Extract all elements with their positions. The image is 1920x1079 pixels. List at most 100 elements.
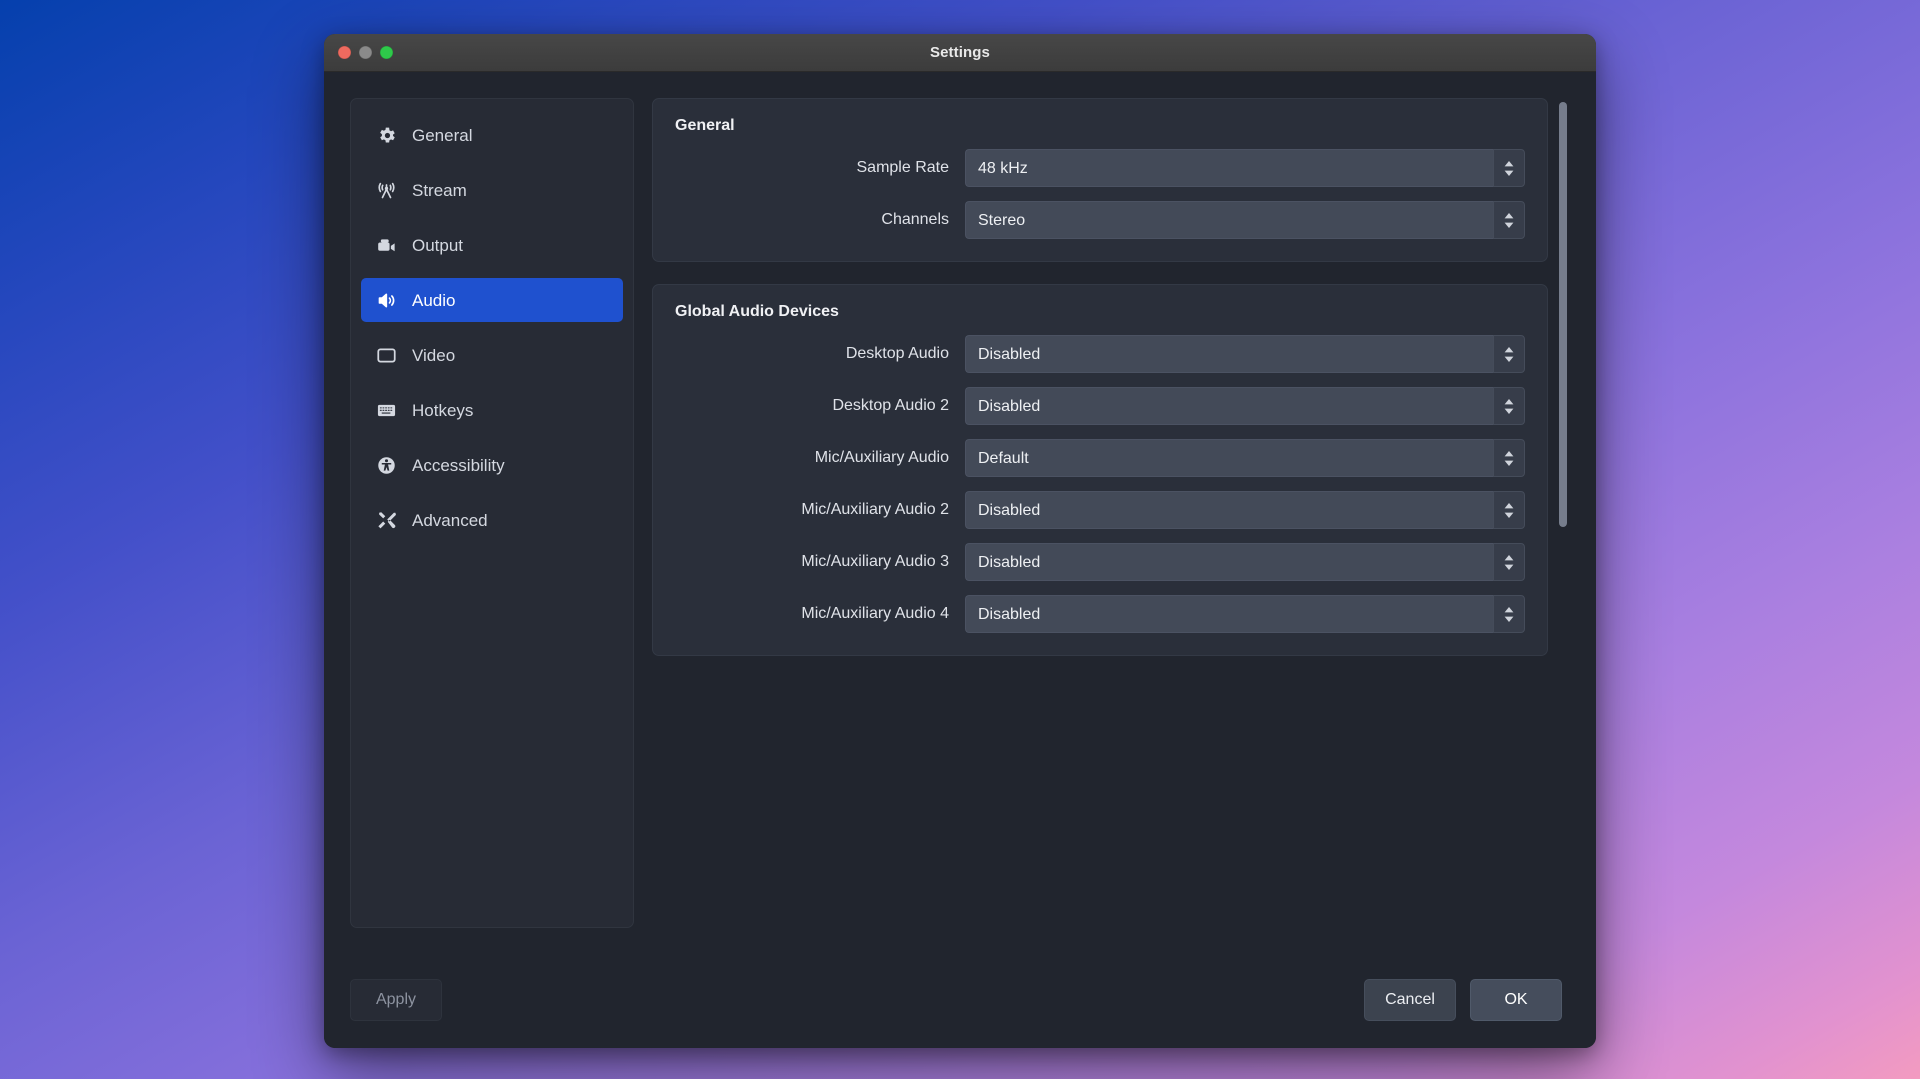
speaker-icon <box>375 289 397 311</box>
dialog-footer: Apply Cancel OK <box>350 952 1570 1048</box>
chevron-up-icon <box>1504 503 1514 509</box>
settings-sidebar: General Stream Output Audio Video Hotkeys Acce… <box>350 98 634 928</box>
combobox-value-mic-auxiliary-audio-3[interactable]: Disabled <box>965 543 1493 581</box>
combobox-mic-auxiliary-audio-2[interactable]: Disabled <box>965 491 1525 529</box>
combobox-channels[interactable]: Stereo <box>965 201 1525 239</box>
monitor-icon <box>375 344 397 366</box>
chevron-up-icon <box>1504 607 1514 613</box>
content-scrollbar[interactable] <box>1556 98 1570 952</box>
chevron-down-icon <box>1504 170 1514 176</box>
chevron-down-icon <box>1504 564 1514 570</box>
sidebar-item-label: Accessibility <box>412 457 505 474</box>
chevron-down-icon <box>1504 408 1514 414</box>
keyboard-icon <box>375 399 397 421</box>
cancel-button[interactable]: Cancel <box>1364 979 1456 1021</box>
chevron-up-icon <box>1504 161 1514 167</box>
setting-row: ChannelsStereo <box>675 201 1525 239</box>
settings-window: Settings General Stream Output Audio Video Ho… <box>324 34 1596 1048</box>
sidebar-item-label: General <box>412 127 472 144</box>
label-mic-auxiliary-audio-2: Mic/Auxiliary Audio 2 <box>675 501 965 519</box>
combobox-desktop-audio[interactable]: Disabled <box>965 335 1525 373</box>
combobox-stepper-desktop-audio[interactable] <box>1493 335 1525 373</box>
combobox-value-desktop-audio-2[interactable]: Disabled <box>965 387 1493 425</box>
settings-group-global-audio-devices: Global Audio DevicesDesktop AudioDisable… <box>652 284 1548 656</box>
setting-row: Mic/Auxiliary Audio 4Disabled <box>675 595 1525 633</box>
footer-button-group: Cancel OK <box>1364 979 1570 1021</box>
sidebar-item-general[interactable]: General <box>361 113 623 157</box>
chevron-down-icon <box>1504 512 1514 518</box>
chevron-up-icon <box>1504 555 1514 561</box>
sidebar-item-stream[interactable]: Stream <box>361 168 623 212</box>
combobox-stepper-mic-auxiliary-audio-2[interactable] <box>1493 491 1525 529</box>
combobox-desktop-audio-2[interactable]: Disabled <box>965 387 1525 425</box>
zoom-button[interactable] <box>380 46 393 59</box>
combobox-stepper-sample-rate[interactable] <box>1493 149 1525 187</box>
settings-group-general: General Sample Rate48 kHz ChannelsStereo <box>652 98 1548 262</box>
sidebar-item-audio[interactable]: Audio <box>361 278 623 322</box>
chevron-up-icon <box>1504 347 1514 353</box>
group-title: General <box>675 117 1525 135</box>
close-button[interactable] <box>338 46 351 59</box>
sidebar-item-label: Video <box>412 347 455 364</box>
chevron-up-icon <box>1504 213 1514 219</box>
sidebar-item-label: Output <box>412 237 463 254</box>
sidebar-item-label: Advanced <box>412 512 488 529</box>
combobox-stepper-mic-auxiliary-audio[interactable] <box>1493 439 1525 477</box>
group-title: Global Audio Devices <box>675 303 1525 321</box>
combobox-stepper-desktop-audio-2[interactable] <box>1493 387 1525 425</box>
chevron-down-icon <box>1504 460 1514 466</box>
scrollbar-thumb[interactable] <box>1559 102 1567 527</box>
combobox-value-mic-auxiliary-audio-2[interactable]: Disabled <box>965 491 1493 529</box>
combobox-value-sample-rate[interactable]: 48 kHz <box>965 149 1493 187</box>
setting-row: Mic/Auxiliary AudioDefault <box>675 439 1525 477</box>
combobox-value-mic-auxiliary-audio-4[interactable]: Disabled <box>965 595 1493 633</box>
chevron-down-icon <box>1504 616 1514 622</box>
apply-button[interactable]: Apply <box>350 979 442 1021</box>
sidebar-item-hotkeys[interactable]: Hotkeys <box>361 388 623 432</box>
sidebar-item-label: Stream <box>412 182 467 199</box>
label-mic-auxiliary-audio-4: Mic/Auxiliary Audio 4 <box>675 605 965 623</box>
group-body: Desktop AudioDisabledDesktop Audio 2Disa… <box>675 325 1525 633</box>
label-mic-auxiliary-audio: Mic/Auxiliary Audio <box>675 449 965 467</box>
combobox-sample-rate[interactable]: 48 kHz <box>965 149 1525 187</box>
label-channels: Channels <box>675 211 965 229</box>
sidebar-item-output[interactable]: Output <box>361 223 623 267</box>
combobox-stepper-mic-auxiliary-audio-4[interactable] <box>1493 595 1525 633</box>
window-titlebar[interactable]: Settings <box>324 34 1596 72</box>
minimize-button[interactable] <box>359 46 372 59</box>
combobox-stepper-mic-auxiliary-audio-3[interactable] <box>1493 543 1525 581</box>
setting-row: Mic/Auxiliary Audio 3Disabled <box>675 543 1525 581</box>
chevron-down-icon <box>1504 356 1514 362</box>
setting-row: Mic/Auxiliary Audio 2Disabled <box>675 491 1525 529</box>
chevron-up-icon <box>1504 451 1514 457</box>
label-mic-auxiliary-audio-3: Mic/Auxiliary Audio 3 <box>675 553 965 571</box>
combobox-mic-auxiliary-audio[interactable]: Default <box>965 439 1525 477</box>
setting-row: Sample Rate48 kHz <box>675 149 1525 187</box>
chevron-up-icon <box>1504 399 1514 405</box>
combobox-value-channels[interactable]: Stereo <box>965 201 1493 239</box>
sidebar-item-label: Hotkeys <box>412 402 473 419</box>
combobox-value-desktop-audio[interactable]: Disabled <box>965 335 1493 373</box>
combobox-value-mic-auxiliary-audio[interactable]: Default <box>965 439 1493 477</box>
label-sample-rate: Sample Rate <box>675 159 965 177</box>
panes: General Stream Output Audio Video Hotkeys Acce… <box>350 98 1570 952</box>
label-desktop-audio-2: Desktop Audio 2 <box>675 397 965 415</box>
video-camera-icon <box>375 234 397 256</box>
sidebar-item-label: Audio <box>412 292 455 309</box>
sidebar-item-video[interactable]: Video <box>361 333 623 377</box>
tools-icon <box>375 509 397 531</box>
combobox-stepper-channels[interactable] <box>1493 201 1525 239</box>
combobox-mic-auxiliary-audio-4[interactable]: Disabled <box>965 595 1525 633</box>
window-title: Settings <box>324 44 1596 61</box>
sidebar-item-accessibility[interactable]: Accessibility <box>361 443 623 487</box>
combobox-mic-auxiliary-audio-3[interactable]: Disabled <box>965 543 1525 581</box>
ok-button[interactable]: OK <box>1470 979 1562 1021</box>
label-desktop-audio: Desktop Audio <box>675 345 965 363</box>
traffic-light-group <box>324 46 393 59</box>
setting-row: Desktop AudioDisabled <box>675 335 1525 373</box>
gear-icon <box>375 124 397 146</box>
chevron-down-icon <box>1504 222 1514 228</box>
sidebar-item-advanced[interactable]: Advanced <box>361 498 623 542</box>
settings-content: General Sample Rate48 kHz ChannelsStereo Gl… <box>652 98 1556 952</box>
accessibility-icon <box>375 454 397 476</box>
